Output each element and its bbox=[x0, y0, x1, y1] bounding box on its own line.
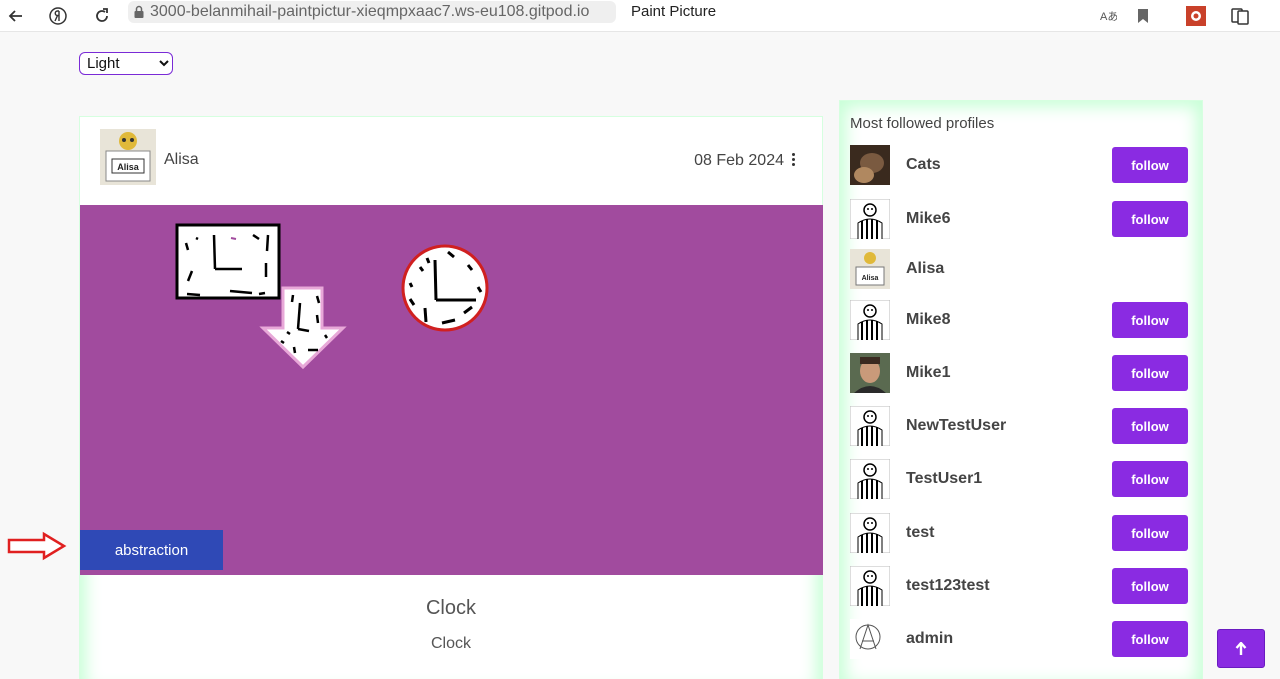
annotation-arrow-icon bbox=[7, 531, 67, 561]
profile-item: Mike6 follow bbox=[849, 198, 1190, 241]
url-text: 3000-belanmihail-paintpictur-xieqmpxaac7… bbox=[150, 3, 590, 20]
profile-avatar[interactable] bbox=[850, 619, 890, 659]
browser-toolbar: 3000-belanmihail-paintpictur-xieqmpxaac7… bbox=[0, 0, 1280, 32]
post-author-name[interactable]: Alisa bbox=[164, 151, 199, 169]
profile-name[interactable]: Mike1 bbox=[906, 364, 950, 382]
profile-name[interactable]: test123test bbox=[906, 577, 990, 595]
profile-item: TestUser1 follow bbox=[849, 458, 1190, 501]
profile-avatar[interactable] bbox=[849, 299, 891, 341]
follow-button[interactable]: follow bbox=[1112, 355, 1188, 391]
profile-item: NewTestUser follow bbox=[849, 405, 1190, 448]
profile-avatar[interactable] bbox=[849, 198, 891, 240]
profile-item: test follow bbox=[849, 512, 1190, 555]
profile-icon[interactable] bbox=[1226, 2, 1254, 30]
profile-avatar[interactable] bbox=[849, 458, 891, 500]
follow-button[interactable]: follow bbox=[1112, 621, 1188, 657]
theme-select[interactable]: Light bbox=[79, 52, 173, 75]
reload-icon[interactable] bbox=[88, 2, 116, 30]
follow-button[interactable]: follow bbox=[1112, 461, 1188, 497]
most-followed-sidebar: Most followed profiles Cats follow Mike6… bbox=[839, 100, 1203, 679]
profile-avatar[interactable] bbox=[849, 512, 891, 554]
profile-item: Mike1 follow bbox=[850, 353, 1190, 395]
translate-icon[interactable]: Aあ bbox=[1094, 2, 1122, 30]
profile-item: admin follow bbox=[850, 619, 1190, 661]
back-arrow-icon[interactable] bbox=[2, 2, 30, 30]
post-card: Alisa Alisa 08 Feb 2024 abstraction Cloc… bbox=[79, 116, 823, 679]
profile-item: Mike8 follow bbox=[849, 299, 1190, 342]
profile-name[interactable]: admin bbox=[906, 630, 953, 648]
profile-item: Cats follow bbox=[850, 145, 1190, 187]
profile-name[interactable]: Alisa bbox=[906, 260, 944, 278]
follow-button[interactable]: follow bbox=[1112, 147, 1188, 183]
follow-button[interactable]: follow bbox=[1112, 515, 1188, 551]
sidebar-title: Most followed profiles bbox=[850, 115, 995, 132]
svg-text:Alisa: Alisa bbox=[117, 162, 140, 172]
svg-text:Aあ: Aあ bbox=[1100, 10, 1117, 23]
follow-button[interactable]: follow bbox=[1112, 302, 1188, 338]
profile-name[interactable]: Mike6 bbox=[906, 210, 950, 228]
post-picture: abstraction bbox=[80, 205, 823, 575]
extension-icon[interactable] bbox=[1182, 2, 1210, 30]
post-description: Clock bbox=[430, 635, 471, 652]
post-tag[interactable]: abstraction bbox=[80, 530, 223, 570]
follow-button[interactable]: follow bbox=[1112, 201, 1188, 237]
profile-avatar[interactable] bbox=[849, 405, 891, 447]
scroll-to-top-button[interactable] bbox=[1217, 629, 1265, 668]
profile-name[interactable]: test bbox=[906, 524, 934, 542]
profile-avatar[interactable]: Alisa bbox=[850, 249, 890, 289]
tab-title: Paint Picture bbox=[631, 3, 717, 20]
profile-avatar[interactable] bbox=[850, 145, 890, 185]
follow-button[interactable]: follow bbox=[1112, 408, 1188, 444]
profile-item: Alisa Alisa bbox=[850, 249, 1190, 291]
profile-name[interactable]: Cats bbox=[906, 156, 941, 174]
lock-icon bbox=[128, 5, 150, 19]
post-title: Clock bbox=[425, 597, 476, 619]
arrow-up-icon bbox=[1235, 641, 1247, 655]
painting-drawing bbox=[175, 223, 489, 370]
yandex-icon[interactable] bbox=[44, 2, 72, 30]
more-options-icon[interactable] bbox=[790, 153, 796, 169]
post-header: Alisa Alisa 08 Feb 2024 bbox=[80, 117, 822, 205]
profile-avatar[interactable] bbox=[849, 565, 891, 607]
author-avatar[interactable]: Alisa bbox=[100, 129, 156, 185]
profile-name[interactable]: Mike8 bbox=[906, 311, 950, 329]
svg-text:Alisa: Alisa bbox=[862, 275, 879, 282]
profile-name[interactable]: NewTestUser bbox=[906, 417, 1006, 435]
post-date: 08 Feb 2024 bbox=[694, 152, 784, 169]
bookmark-icon[interactable] bbox=[1129, 2, 1157, 30]
profile-avatar[interactable] bbox=[850, 353, 890, 393]
profile-item: test123test follow bbox=[849, 565, 1190, 608]
profile-name[interactable]: TestUser1 bbox=[906, 470, 982, 488]
follow-button[interactable]: follow bbox=[1112, 568, 1188, 604]
address-bar[interactable]: 3000-belanmihail-paintpictur-xieqmpxaac7… bbox=[128, 1, 616, 23]
